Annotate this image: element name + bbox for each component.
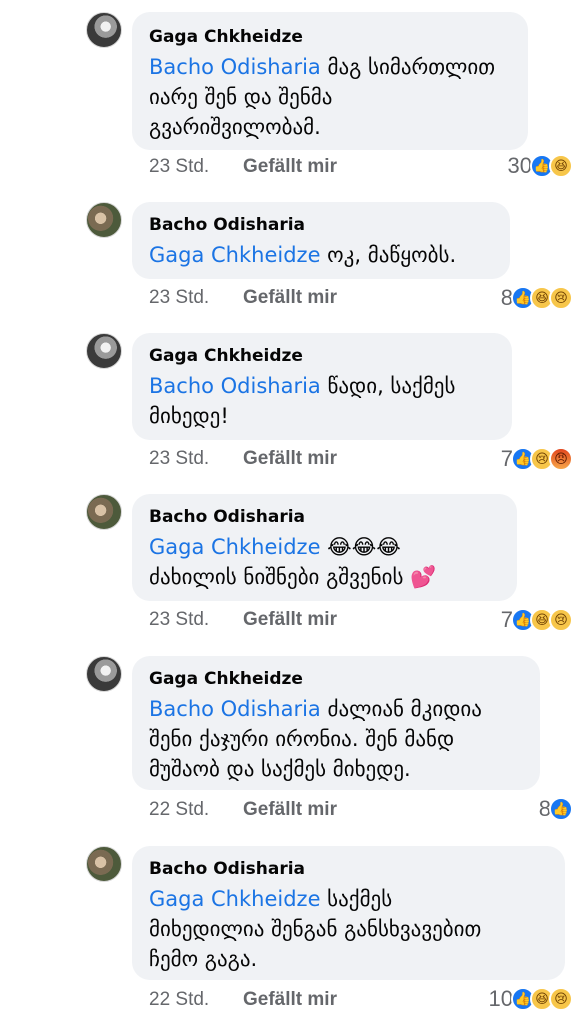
avatar[interactable] <box>86 656 122 692</box>
comment-text-line: მიხედე! <box>149 404 229 428</box>
comment-text-line: მაგ სიმართლით <box>320 55 496 79</box>
reaction-count: 30 <box>507 153 532 178</box>
reaction-summary[interactable]: 7 👍 😆 😢 <box>501 607 573 633</box>
comment-meta: 23 Std. Gefällt mir <box>149 448 337 470</box>
comment-text: Bacho Odisharia წადი, საქმეს მიხედე! <box>149 371 494 431</box>
comment-bubble: Gaga Chkheidze Bacho Odisharia წადი, საქ… <box>132 333 512 440</box>
reaction-summary[interactable]: 10 👍 😆 😢 <box>489 986 573 1012</box>
like-icon: 👍 <box>549 797 573 821</box>
comment-meta: 23 Std. Gefällt mir <box>149 609 337 631</box>
comment-text-line: 😂😂😂 <box>320 535 401 559</box>
comment-timestamp[interactable]: 22 Std. <box>149 989 209 1010</box>
like-button[interactable]: Gefällt mir <box>243 989 337 1011</box>
comment-bubble: Bacho Odisharia Gaga Chkheidze საქმეს მი… <box>132 846 565 980</box>
comment-text-line: საქმეს <box>320 887 393 911</box>
comment-text-line: იარე შენ და შენმა <box>149 85 333 109</box>
like-button[interactable]: Gefällt mir <box>243 156 337 178</box>
angry-icon: 😠 <box>549 447 573 471</box>
comment-text-line: ოკ, მაწყობს. <box>320 243 457 267</box>
mention-link[interactable]: Gaga Chkheidze <box>149 243 321 267</box>
like-button[interactable]: Gefällt mir <box>243 799 337 821</box>
comment-text: Gaga Chkheidze საქმეს მიხედილია შენგან გ… <box>149 884 547 974</box>
reaction-count: 10 <box>488 986 513 1011</box>
comment-bubble: Gaga Chkheidze Bacho Odisharia მაგ სიმარ… <box>132 12 528 150</box>
comment-timestamp[interactable]: 23 Std. <box>149 609 209 630</box>
comment-meta: 23 Std. Gefällt mir <box>149 156 337 178</box>
comment-bubble: Bacho Odisharia Gaga Chkheidze 😂😂😂 ძახილ… <box>132 494 517 601</box>
comment-timestamp[interactable]: 23 Std. <box>149 287 209 308</box>
comment-text-line: ჩემო გაგა. <box>149 947 258 971</box>
avatar[interactable] <box>86 12 122 48</box>
avatar[interactable] <box>86 494 122 530</box>
comment-bubble: Gaga Chkheidze Bacho Odisharia ძალიან მკ… <box>132 656 540 790</box>
comment-author[interactable]: Bacho Odisharia <box>149 214 492 236</box>
mention-link[interactable]: Bacho Odisharia <box>149 374 321 398</box>
like-button[interactable]: Gefällt mir <box>243 287 337 309</box>
comment-text-line: წადი, საქმეს <box>320 374 456 398</box>
reaction-summary[interactable]: 30 👍 😆 <box>508 153 573 179</box>
comment-text-line: მუშაობ და საქმეს მიხედე. <box>149 757 411 781</box>
comment-meta: 22 Std. Gefällt mir <box>149 799 337 821</box>
comment-text-line: გვარიშვილობამ. <box>149 115 321 139</box>
like-button[interactable]: Gefällt mir <box>243 609 337 631</box>
comment-author[interactable]: Gaga Chkheidze <box>149 345 494 367</box>
reaction-summary[interactable]: 8 👍 <box>539 796 573 822</box>
comment-meta: 22 Std. Gefällt mir <box>149 989 337 1011</box>
comment-bubble: Bacho Odisharia Gaga Chkheidze ოკ, მაწყო… <box>132 202 510 279</box>
comment-text-line: ძალიან მკიდია <box>320 697 482 721</box>
mention-link[interactable]: Gaga Chkheidze <box>149 535 321 559</box>
comment-text-line: მიხედილია შენგან განსხვავებით <box>149 917 482 941</box>
avatar[interactable] <box>86 202 122 238</box>
comment-text: Gaga Chkheidze 😂😂😂 ძახილის ნიშნები გშვენ… <box>149 532 499 592</box>
comment-author[interactable]: Gaga Chkheidze <box>149 26 510 48</box>
haha-icon: 😆 <box>549 154 573 178</box>
comment-timestamp[interactable]: 23 Std. <box>149 448 209 469</box>
comment-text: Bacho Odisharia ძალიან მკიდია შენი ქაჯურ… <box>149 694 522 784</box>
comment-author[interactable]: Bacho Odisharia <box>149 506 499 528</box>
mention-link[interactable]: Bacho Odisharia <box>149 697 321 721</box>
comment-author[interactable]: Gaga Chkheidze <box>149 668 522 690</box>
comment-text-line: შენი ქაჯური ირონია. შენ მანდ <box>149 727 455 751</box>
comment-text: Bacho Odisharia მაგ სიმართლით იარე შენ დ… <box>149 52 510 142</box>
comment-text: Gaga Chkheidze ოკ, მაწყობს. <box>149 240 492 270</box>
reaction-summary[interactable]: 8 👍 😆 😢 <box>501 285 573 311</box>
comment-timestamp[interactable]: 22 Std. <box>149 799 209 820</box>
comment-author[interactable]: Bacho Odisharia <box>149 858 547 880</box>
comment-meta: 23 Std. Gefällt mir <box>149 287 337 309</box>
comment-timestamp[interactable]: 23 Std. <box>149 156 209 177</box>
comment-text-line: ძახილის ნიშნები გშვენის 💕 <box>149 565 437 589</box>
reaction-summary[interactable]: 7 👍 😢 😠 <box>501 446 573 472</box>
like-button[interactable]: Gefällt mir <box>243 448 337 470</box>
avatar[interactable] <box>86 333 122 369</box>
sad-icon: 😢 <box>549 286 573 310</box>
sad-icon: 😢 <box>549 987 573 1011</box>
avatar[interactable] <box>86 846 122 882</box>
sad-icon: 😢 <box>549 608 573 632</box>
mention-link[interactable]: Gaga Chkheidze <box>149 887 321 911</box>
mention-link[interactable]: Bacho Odisharia <box>149 55 321 79</box>
